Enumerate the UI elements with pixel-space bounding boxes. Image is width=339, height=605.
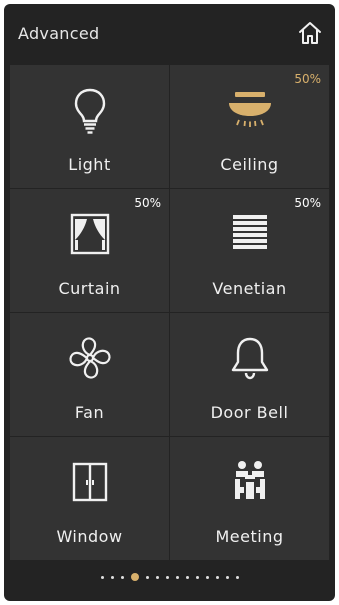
control-panel: Advanced Light 50% Ceiling 50% Curtain 5… [4, 4, 335, 601]
venetian-blind-icon [232, 215, 267, 249]
fan-icon [68, 337, 111, 379]
ceiling-lamp-icon [228, 92, 271, 127]
page-dot[interactable] [120, 575, 124, 579]
page-dot[interactable] [165, 575, 169, 579]
status-percent: 50% [294, 72, 321, 86]
tile-label: Door Bell [210, 403, 289, 422]
device-grid: Light 50% Ceiling 50% Curtain 50% Veneti… [10, 65, 329, 560]
page-dot[interactable] [215, 575, 219, 579]
page-dot[interactable] [205, 575, 209, 579]
page-dot[interactable] [195, 575, 199, 579]
tile-venetian[interactable]: 50% Venetian [170, 189, 329, 312]
curtain-icon [70, 213, 109, 255]
header: Advanced [4, 4, 335, 64]
tile-ceiling[interactable]: 50% Ceiling [170, 65, 329, 188]
window-icon [72, 462, 107, 502]
lightbulb-icon [74, 88, 105, 134]
page-dot[interactable] [225, 575, 229, 579]
tile-label: Curtain [58, 279, 121, 298]
page-dot[interactable] [175, 575, 179, 579]
home-icon[interactable] [297, 20, 323, 46]
page-dot[interactable] [185, 575, 189, 579]
tile-label: Meeting [215, 527, 284, 546]
page-dot[interactable] [235, 575, 239, 579]
page-dot[interactable] [145, 575, 149, 579]
page-indicator[interactable] [4, 569, 335, 585]
status-percent: 50% [294, 196, 321, 210]
tile-label: Ceiling [220, 155, 279, 174]
tile-meeting[interactable]: Meeting [170, 437, 329, 560]
tile-light[interactable]: Light [10, 65, 169, 188]
page-title: Advanced [18, 24, 100, 43]
status-percent: 50% [134, 196, 161, 210]
page-dot[interactable] [155, 575, 159, 579]
meeting-icon [234, 461, 265, 499]
tile-label: Fan [74, 403, 105, 422]
page-dot[interactable] [100, 575, 104, 579]
tile-label: Window [56, 527, 123, 546]
tile-label: Light [68, 155, 111, 174]
tile-fan[interactable]: Fan [10, 313, 169, 436]
tile-curtain[interactable]: 50% Curtain [10, 189, 169, 312]
bell-icon [231, 337, 268, 380]
tile-door-bell[interactable]: Door Bell [170, 313, 329, 436]
page-dot[interactable] [110, 575, 114, 579]
tile-label: Venetian [212, 279, 287, 298]
tile-window[interactable]: Window [10, 437, 169, 560]
page-dot-active[interactable] [130, 573, 139, 581]
